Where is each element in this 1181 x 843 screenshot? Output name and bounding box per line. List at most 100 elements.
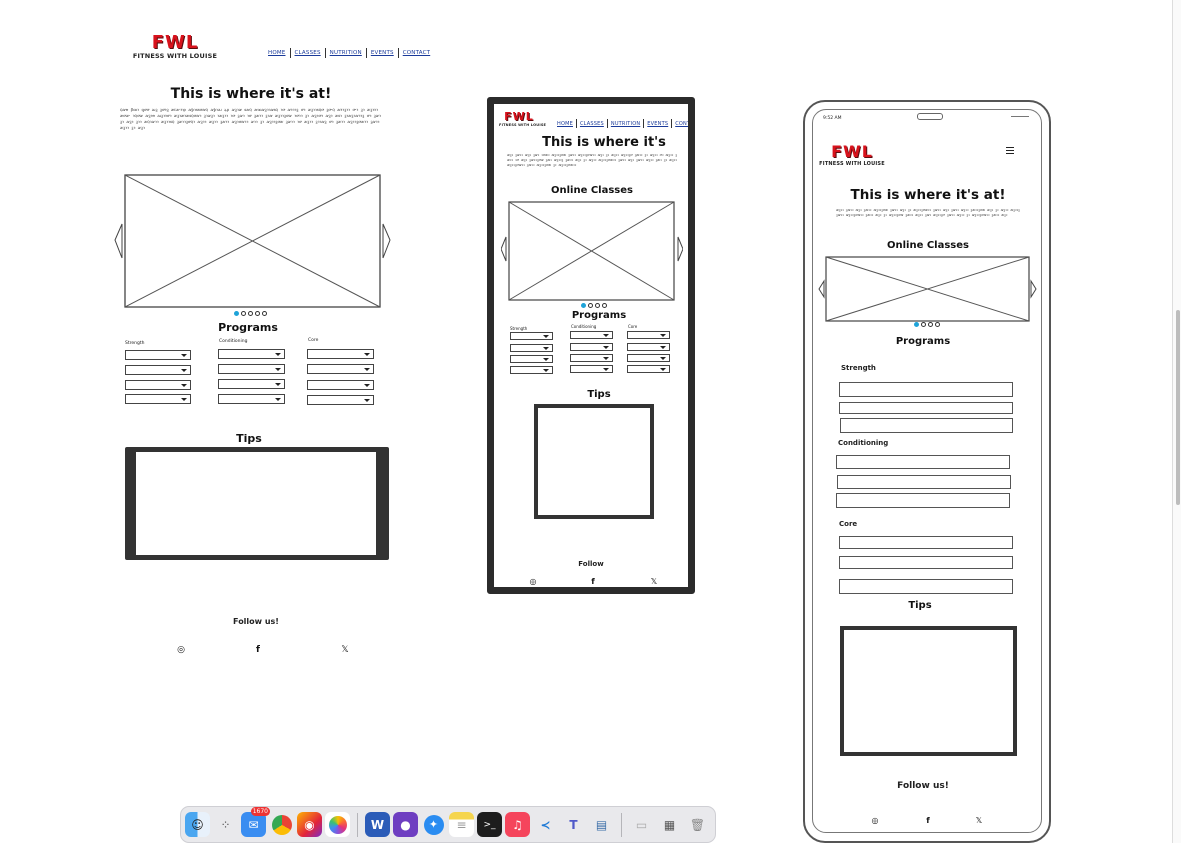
finder-icon[interactable]: ☺ bbox=[185, 812, 210, 837]
safari-icon[interactable]: ✦ bbox=[421, 812, 446, 837]
core-select[interactable] bbox=[627, 331, 670, 339]
teams-icon[interactable]: T bbox=[561, 812, 586, 837]
core-field[interactable] bbox=[839, 556, 1013, 569]
vscode-icon[interactable]: ≺ bbox=[533, 812, 558, 837]
page-scrollbar[interactable] bbox=[1172, 0, 1181, 843]
strength-select[interactable] bbox=[125, 350, 191, 360]
carousel-dot[interactable] bbox=[262, 311, 267, 316]
strength-select[interactable] bbox=[125, 394, 191, 404]
downloads-icon[interactable]: ▭ bbox=[629, 812, 654, 837]
nav-home[interactable]: HOME bbox=[557, 121, 573, 127]
carousel-dot[interactable] bbox=[588, 303, 593, 308]
word-icon[interactable]: W bbox=[365, 812, 390, 837]
status-icons bbox=[1011, 116, 1029, 121]
strength-select[interactable] bbox=[125, 365, 191, 375]
mobile-tips-title: Tips bbox=[908, 600, 932, 611]
conditioning-select[interactable] bbox=[218, 364, 285, 374]
strength-select[interactable] bbox=[510, 344, 553, 352]
conditioning-select[interactable] bbox=[570, 354, 613, 362]
conditioning-select[interactable] bbox=[218, 379, 285, 389]
core-select[interactable] bbox=[307, 395, 374, 405]
instagram-icon[interactable]: ◎ bbox=[528, 575, 538, 587]
nav-home[interactable]: HOME bbox=[268, 50, 286, 56]
carousel-dot[interactable] bbox=[234, 311, 239, 316]
nav-events[interactable]: EVENTS bbox=[371, 50, 394, 56]
facebook-icon[interactable]: f bbox=[251, 643, 265, 657]
chrome-icon[interactable] bbox=[269, 812, 294, 837]
carousel-dot[interactable] bbox=[602, 303, 607, 308]
conditioning-field[interactable] bbox=[837, 475, 1011, 489]
instagram-icon[interactable]: ◎ bbox=[174, 643, 188, 657]
conditioning-select[interactable] bbox=[218, 394, 285, 404]
x-icon[interactable]: 𝕏 bbox=[338, 643, 352, 657]
x-icon[interactable]: 𝕏 bbox=[649, 575, 659, 587]
nav-contact[interactable]: CONTACT bbox=[675, 121, 688, 127]
facebook-icon[interactable]: f bbox=[588, 575, 598, 587]
nav-nutrition[interactable]: NUTRITION bbox=[330, 50, 362, 56]
desktop-carousel-dots[interactable] bbox=[234, 311, 267, 316]
scrollbar-thumb[interactable] bbox=[1176, 310, 1180, 505]
notes-icon[interactable]: ≡ bbox=[449, 812, 474, 837]
carousel-svg bbox=[818, 256, 1037, 322]
strength-select[interactable] bbox=[510, 366, 553, 374]
conditioning-select[interactable] bbox=[570, 331, 613, 339]
conditioning-field[interactable] bbox=[836, 493, 1010, 508]
carousel-dot[interactable] bbox=[581, 303, 586, 308]
preview-icon[interactable]: ▤ bbox=[589, 812, 614, 837]
core-select[interactable] bbox=[307, 364, 374, 374]
core-select[interactable] bbox=[307, 380, 374, 390]
folder-icon[interactable]: ▦ bbox=[657, 812, 682, 837]
mobile-carousel-dots[interactable] bbox=[914, 322, 940, 327]
photos-icon[interactable] bbox=[325, 812, 350, 837]
strength-select[interactable] bbox=[510, 355, 553, 363]
core-field[interactable] bbox=[839, 536, 1013, 549]
tablet-carousel-dots[interactable] bbox=[581, 303, 607, 308]
nav-contact[interactable]: CONTACT bbox=[403, 50, 430, 56]
carousel-dot[interactable] bbox=[595, 303, 600, 308]
nav-classes[interactable]: CLASSES bbox=[295, 50, 321, 56]
firefox-icon[interactable]: ◉ bbox=[297, 812, 322, 837]
launchpad-icon[interactable]: ⁘ bbox=[213, 812, 238, 837]
conditioning-select[interactable] bbox=[570, 343, 613, 351]
tablet-follow-title: Follow bbox=[578, 560, 604, 568]
x-icon[interactable]: 𝕏 bbox=[974, 814, 984, 826]
strength-field[interactable] bbox=[839, 382, 1013, 397]
desktop-logo[interactable]: FWL FITNESS WITH LOUISE bbox=[120, 34, 230, 60]
phone-notch bbox=[917, 113, 943, 120]
carousel-dot[interactable] bbox=[914, 322, 919, 327]
core-select[interactable] bbox=[307, 349, 374, 359]
core-field[interactable] bbox=[839, 579, 1013, 594]
carousel-dot[interactable] bbox=[241, 311, 246, 316]
hamburger-menu-icon[interactable] bbox=[1006, 147, 1014, 154]
instagram-icon[interactable]: ◎ bbox=[870, 814, 880, 826]
facebook-icon[interactable]: f bbox=[923, 814, 933, 826]
carousel-dot[interactable] bbox=[928, 322, 933, 327]
carousel-dot[interactable] bbox=[921, 322, 926, 327]
strength-select[interactable] bbox=[125, 380, 191, 390]
terminal-icon[interactable]: >_ bbox=[477, 812, 502, 837]
carousel-dot[interactable] bbox=[935, 322, 940, 327]
github-icon[interactable]: ● bbox=[393, 812, 418, 837]
core-select[interactable] bbox=[627, 354, 670, 362]
desktop-tips-title: Tips bbox=[236, 432, 262, 445]
conditioning-select[interactable] bbox=[570, 365, 613, 373]
strength-select[interactable] bbox=[510, 332, 553, 340]
core-select[interactable] bbox=[627, 343, 670, 351]
trash-icon[interactable]: 🗑 bbox=[685, 812, 710, 837]
carousel-dot[interactable] bbox=[255, 311, 260, 316]
strength-field[interactable] bbox=[839, 402, 1013, 414]
core-select[interactable] bbox=[627, 365, 670, 373]
conditioning-field[interactable] bbox=[836, 455, 1010, 469]
nav-nutrition[interactable]: NUTRITION bbox=[611, 121, 640, 127]
music-icon[interactable]: ♫ bbox=[505, 812, 530, 837]
carousel-dot[interactable] bbox=[248, 311, 253, 316]
nav-classes[interactable]: CLASSES bbox=[580, 121, 604, 127]
nav-events[interactable]: EVENTS bbox=[647, 121, 668, 127]
tablet-logo[interactable]: FWL FITNESS WITH LOUISE bbox=[499, 111, 546, 128]
mail-icon[interactable]: ✉ 1670 bbox=[241, 807, 270, 837]
mobile-logo[interactable]: FWL FITNESS WITH LOUISE bbox=[819, 144, 885, 167]
strength-field[interactable] bbox=[840, 418, 1013, 433]
conditioning-select[interactable] bbox=[218, 349, 285, 359]
tablet-col-core: Core bbox=[628, 324, 638, 329]
tablet-wireframe: FWL FITNESS WITH LOUISE HOME CLASSES NUT… bbox=[487, 97, 695, 594]
